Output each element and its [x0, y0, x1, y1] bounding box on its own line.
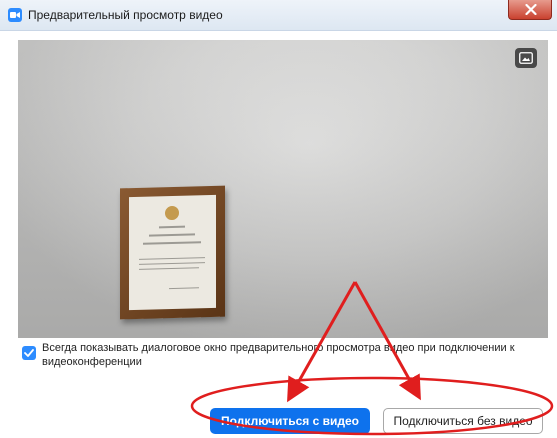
always-show-preview-label: Всегда показывать диалоговое окно предва… [42, 342, 515, 368]
emblem-mark [165, 205, 179, 221]
close-button[interactable] [508, 0, 552, 20]
text-line [149, 233, 195, 237]
video-preview [18, 40, 548, 338]
certificate-paper [129, 194, 216, 311]
video-preview-dialog: Предварительный просмотр видео Всегда по… [0, 0, 557, 438]
text-line [159, 225, 185, 229]
join-without-video-button[interactable]: Подключиться без видео [383, 408, 543, 434]
window-title: Предварительный просмотр видео [28, 8, 223, 22]
framed-certificate [120, 185, 225, 320]
join-with-video-button[interactable]: Подключиться с видео [210, 408, 370, 434]
title-bar[interactable]: Предварительный просмотр видео [0, 0, 557, 31]
zoom-camera-icon [8, 8, 22, 22]
text-line [139, 257, 205, 260]
picture-in-picture-button[interactable] [515, 48, 537, 68]
text-line [139, 262, 205, 265]
text-line [139, 267, 199, 270]
text-line [143, 241, 201, 245]
always-show-preview-option[interactable]: Всегда показывать диалоговое окно предва… [18, 341, 548, 371]
always-show-preview-checkbox[interactable] [22, 346, 36, 360]
signature-line [169, 287, 199, 290]
wall-shading [18, 40, 548, 338]
